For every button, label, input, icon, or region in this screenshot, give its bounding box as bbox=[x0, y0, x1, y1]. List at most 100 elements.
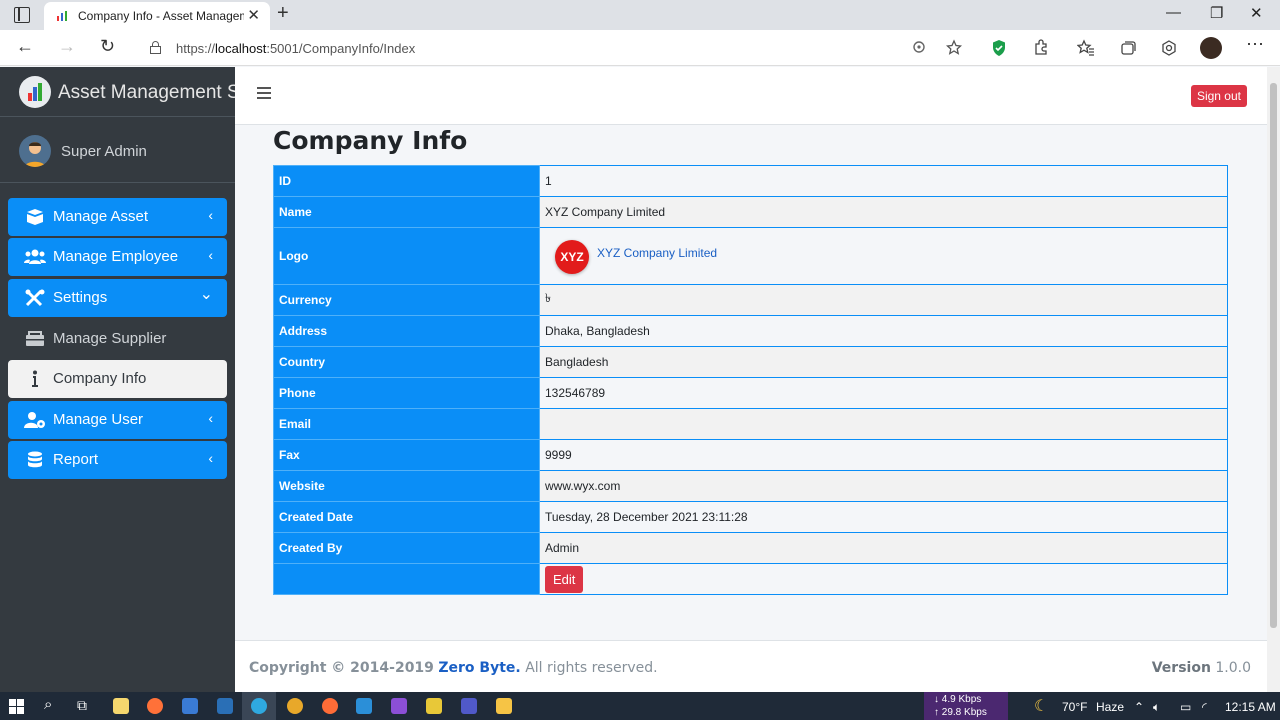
top-navbar: Sign out bbox=[235, 67, 1267, 125]
visual-studio-app-icon[interactable] bbox=[391, 698, 407, 714]
refresh-icon[interactable]: ↻ bbox=[100, 36, 115, 57]
sidebar-item-company-info[interactable]: Company Info bbox=[8, 360, 227, 398]
box-open-icon bbox=[27, 209, 43, 225]
table-row: Country Bangladesh bbox=[273, 346, 1228, 378]
info-icon bbox=[32, 370, 38, 387]
user-panel: Super Admin bbox=[0, 117, 235, 183]
address-bar[interactable]: https://localhost:5001/CompanyInfo/Index bbox=[138, 34, 974, 62]
task-view-icon[interactable]: ⧉ bbox=[77, 697, 87, 714]
company-logo-link[interactable]: XYZ Company Limited bbox=[597, 246, 717, 260]
sidebar-item-manage-employee[interactable]: Manage Employee ‹ bbox=[8, 238, 227, 276]
weather-condition[interactable]: Haze bbox=[1096, 700, 1124, 714]
row-key bbox=[273, 563, 540, 595]
table-row: Name XYZ Company Limited bbox=[273, 196, 1228, 228]
row-key: Address bbox=[273, 315, 540, 347]
chevron-left-icon: ‹ bbox=[208, 247, 213, 263]
brand-logo-icon bbox=[19, 76, 51, 108]
scrollbar-thumb[interactable] bbox=[1270, 83, 1277, 628]
minimize-icon[interactable]: — bbox=[1166, 4, 1181, 21]
table-row: Address Dhaka, Bangladesh bbox=[273, 315, 1228, 347]
sticky-app-icon[interactable] bbox=[426, 698, 442, 714]
volume-icon[interactable]: 🔈︎ bbox=[1153, 700, 1160, 715]
edit-button[interactable]: Edit bbox=[545, 565, 584, 593]
row-key: Country bbox=[273, 346, 540, 378]
postman-app-icon[interactable] bbox=[322, 698, 338, 714]
browser-tab[interactable]: Company Info - Asset Managem ✕ bbox=[44, 2, 270, 30]
file-explorer-app-icon[interactable] bbox=[496, 698, 512, 714]
table-row: Currency ৳ bbox=[273, 284, 1228, 316]
shield-icon[interactable] bbox=[990, 39, 1008, 57]
wifi-icon[interactable]: ◜ bbox=[1202, 700, 1207, 714]
table-row: Fax 9999 bbox=[273, 439, 1228, 471]
browser-tab-bar: Company Info - Asset Managem ✕ + — ❐ ✕ bbox=[0, 0, 1280, 30]
copyright-text: Copyright © 2014-2019 Zero Byte. All rig… bbox=[249, 660, 658, 676]
brand-text: Asset Management Sys bbox=[58, 82, 235, 103]
sidebar-item-settings[interactable]: Settings ⌄ bbox=[8, 279, 227, 317]
vscode-app-icon[interactable] bbox=[356, 698, 372, 714]
sidebar-item-manage-user[interactable]: Manage User ‹ bbox=[8, 401, 227, 439]
add-favorite-icon[interactable] bbox=[946, 39, 964, 57]
lock-icon bbox=[150, 41, 161, 54]
remote-app-icon[interactable] bbox=[217, 698, 233, 714]
table-row: Phone 132546789 bbox=[273, 377, 1228, 409]
close-tab-icon[interactable]: ✕ bbox=[247, 6, 260, 24]
location-icon[interactable] bbox=[910, 39, 928, 57]
notepad-app-icon[interactable] bbox=[113, 698, 129, 714]
row-value: 1 bbox=[539, 165, 1228, 197]
row-key: Website bbox=[273, 470, 540, 502]
row-value: www.wyx.com bbox=[539, 470, 1228, 502]
row-key: Email bbox=[273, 408, 540, 440]
tab-actions-icon[interactable] bbox=[14, 7, 30, 23]
back-icon[interactable]: ← bbox=[16, 36, 34, 57]
close-window-icon[interactable]: ✕ bbox=[1250, 4, 1263, 22]
monitor-app-icon[interactable] bbox=[182, 698, 198, 714]
truck-icon bbox=[26, 331, 44, 346]
clock[interactable]: 12:15 AM bbox=[1225, 700, 1276, 714]
favorites-icon[interactable] bbox=[1077, 39, 1095, 57]
sidebar-item-label: Company Info bbox=[53, 370, 147, 387]
user-name[interactable]: Super Admin bbox=[61, 143, 147, 160]
more-options-icon[interactable]: ⋯ bbox=[1246, 34, 1264, 55]
new-tab-icon[interactable]: + bbox=[277, 2, 289, 25]
user-cog-icon bbox=[24, 412, 45, 428]
row-value: Bangladesh bbox=[539, 346, 1228, 378]
user-avatar[interactable] bbox=[19, 135, 51, 167]
moon-weather-icon: ☾ bbox=[1034, 698, 1049, 715]
battery-icon[interactable]: ▭ bbox=[1180, 700, 1191, 714]
teams-app-icon[interactable] bbox=[461, 698, 477, 714]
search-icon[interactable]: ⌕ bbox=[44, 696, 52, 713]
forward-icon[interactable]: → bbox=[58, 36, 76, 57]
hamburger-menu-icon[interactable] bbox=[257, 87, 271, 99]
company-logo: XYZ bbox=[555, 240, 589, 274]
edge-app-active[interactable] bbox=[242, 692, 276, 720]
firefox-app-icon[interactable] bbox=[147, 698, 163, 714]
chevron-down-icon: ⌄ bbox=[199, 286, 213, 303]
row-value: Edit bbox=[539, 563, 1228, 595]
sidebar-item-manage-asset[interactable]: Manage Asset ‹ bbox=[8, 198, 227, 236]
collections-icon[interactable] bbox=[1119, 39, 1137, 57]
temperature[interactable]: 70°F bbox=[1062, 700, 1087, 714]
page-scrollbar[interactable] bbox=[1267, 67, 1280, 692]
chevron-up-icon[interactable]: ⌃ bbox=[1134, 700, 1144, 714]
profile-avatar[interactable] bbox=[1200, 37, 1222, 59]
url-text: https://localhost:5001/CompanyInfo/Index bbox=[176, 41, 416, 56]
sidebar-item-manage-supplier[interactable]: Manage Supplier bbox=[8, 320, 227, 358]
sidebar-item-label: Manage Asset bbox=[53, 208, 149, 225]
sidebar-item-label: Manage User bbox=[53, 411, 144, 428]
performance-icon[interactable] bbox=[1160, 39, 1178, 57]
maximize-icon[interactable]: ❐ bbox=[1210, 4, 1223, 22]
row-key: Created By bbox=[273, 532, 540, 564]
row-key: Created Date bbox=[273, 501, 540, 533]
sidebar-item-report[interactable]: Report ‹ bbox=[8, 441, 227, 479]
row-value: Admin bbox=[539, 532, 1228, 564]
sidebar-item-label: Report bbox=[53, 451, 99, 468]
brand-link[interactable]: Asset Management Sys bbox=[0, 67, 235, 117]
sign-out-button[interactable]: Sign out bbox=[1190, 85, 1247, 107]
chrome-app-icon[interactable] bbox=[287, 698, 303, 714]
extensions-icon[interactable] bbox=[1032, 39, 1050, 57]
windows-start-icon[interactable] bbox=[9, 699, 24, 714]
zero-byte-link[interactable]: Zero Byte. bbox=[438, 660, 520, 676]
network-speed-widget: ↓ 4.9 Kbps ↑ 29.8 Kbps bbox=[924, 692, 1008, 720]
edge-app-icon bbox=[251, 698, 267, 714]
windows-taskbar: ⌕ ⧉ ↓ 4.9 Kbps ↑ 29.8 Kbps ☾ 70°F Haze ⌃… bbox=[0, 692, 1280, 720]
